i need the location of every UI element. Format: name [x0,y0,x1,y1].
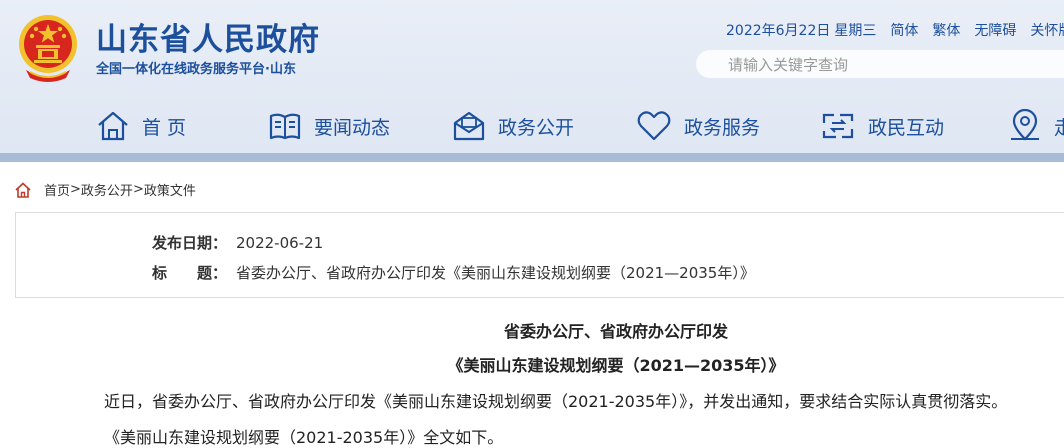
nav-item-open-government[interactable]: 政务公开 [452,104,574,148]
header-divider [0,153,1064,162]
location-icon [1011,109,1039,141]
site-header: 山东省人民政府 全国一体化在线政务服务平台·山东 2022年6月22日 星期三 简体… [0,0,1064,153]
breadcrumb-policy-files[interactable]: 政策文件 [144,180,196,199]
nav-label: 走 [1054,116,1064,139]
link-simplified[interactable]: 简体 [890,23,918,39]
nav-item-visit[interactable]: 走 [1008,104,1064,148]
nav-label: 要闻动态 [314,116,391,139]
site-subtitle[interactable]: 全国一体化在线政务服务平台·山东 [96,58,296,77]
breadcrumb-separator: > [132,182,144,197]
nav-item-news[interactable]: 要闻动态 [268,104,390,148]
publish-date-value: 2022-06-21 [236,234,324,252]
home-icon [98,111,128,141]
nav-label: 政务服务 [684,116,761,139]
document-info-box: 发布日期： 2022-06-21 标 题： 省委办公厅、省政府办公厅印发《美丽山东建… [15,212,1064,298]
link-elder-mode[interactable]: 关怀版 [1030,23,1064,39]
envelope-icon [453,111,485,141]
search-input[interactable] [726,54,1050,76]
article-paragraph: 《美丽山东建设规划纲要（2021-2035年）》全文如下。 [104,428,504,447]
nav-label: 政民互动 [868,116,945,139]
article-heading-line2: 《美丽山东建设规划纲要（2021—2035年）》 [447,356,785,375]
article-paragraph: 近日，省委办公厅、省政府办公厅印发《美丽山东建设规划纲要（2021-2035年）… [104,392,1008,411]
publish-date-row: 发布日期： 2022-06-21 [152,232,323,253]
national-emblem-icon [16,12,80,82]
document-title-label: 标 题： [152,264,228,282]
news-icon [269,113,301,140]
breadcrumb-home[interactable]: 首页 [44,180,70,199]
breadcrumb-separator: > [70,182,81,197]
document-title-row: 标 题： 省委办公厅、省政府办公厅印发《美丽山东建设规划纲要（2021—2035年… [152,262,755,283]
top-links: 2022年6月22日星期三简体繁体无障碍关怀版 [726,20,1064,40]
main-nav: 首 页 要闻动态 政务公开 政务服务 政民互动 走 [0,104,1064,150]
heart-icon [637,111,671,141]
link-traditional[interactable]: 繁体 [932,23,960,39]
breadcrumb-open-government[interactable]: 政务公开 [81,180,133,199]
nav-item-home[interactable]: 首 页 [96,104,186,148]
search-box [696,50,1064,78]
interaction-icon [822,113,854,139]
site-title[interactable]: 山东省人民政府 [96,14,320,59]
link-accessibility[interactable]: 无障碍 [974,23,1016,39]
nav-label: 首 页 [142,116,187,139]
document-title-value: 省委办公厅、省政府办公厅印发《美丽山东建设规划纲要（2021—2035年）》 [236,264,755,282]
article-heading-line1: 省委办公厅、省政府办公厅印发 [503,322,728,341]
current-weekday: 星期三 [834,23,877,39]
current-date: 2022年6月22日 [726,23,831,39]
nav-item-services[interactable]: 政务服务 [636,104,760,148]
home-icon [15,181,31,198]
breadcrumb: 首页 > 政务公开 > 政策文件 [14,180,196,199]
publish-date-label: 发布日期： [152,234,228,252]
nav-label: 政务公开 [498,116,575,139]
nav-item-interaction[interactable]: 政民互动 [820,104,944,148]
